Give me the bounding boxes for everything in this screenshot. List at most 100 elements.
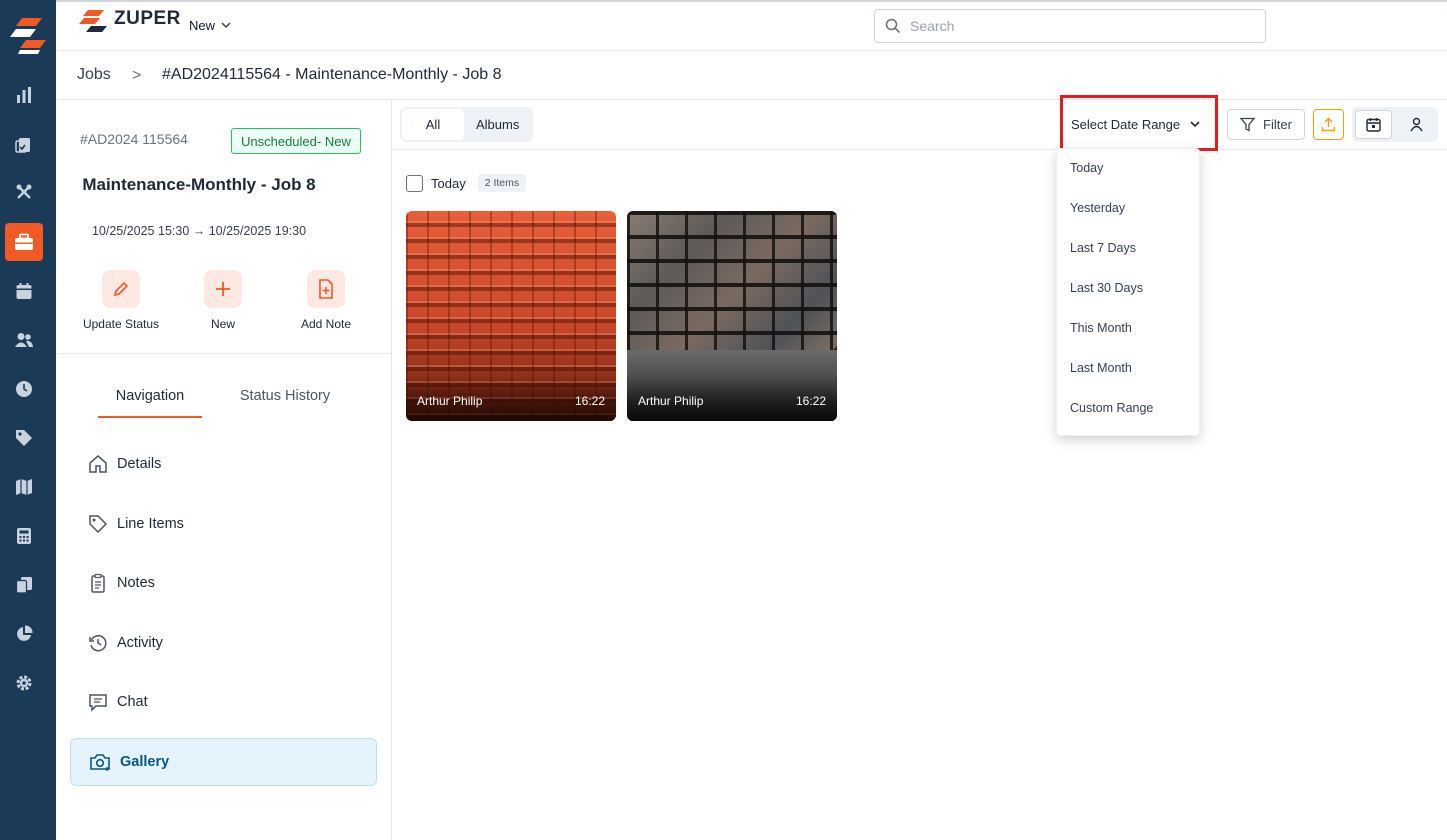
history-icon: [89, 634, 107, 652]
date-range-option-last-month[interactable]: Last Month: [1070, 361, 1132, 375]
calendar-icon: [1366, 118, 1381, 132]
add-note-button[interactable]: Add Note: [281, 270, 371, 331]
add-note-label: Add Note: [300, 317, 352, 331]
map-icon[interactable]: [5, 468, 43, 506]
nav-item-label: Notes: [117, 575, 155, 591]
gallery-group-header: Today 2 Items: [406, 174, 527, 192]
new-menu-dropdown[interactable]: New: [189, 18, 231, 33]
tab-all[interactable]: All: [402, 109, 464, 140]
nav-item-activity[interactable]: Activity: [70, 619, 377, 667]
tab-status-history[interactable]: Status History: [232, 388, 338, 404]
reports-chart-icon[interactable]: [5, 76, 43, 114]
tasks-clipboard-icon[interactable]: [5, 125, 43, 163]
date-range-option-last-7-days[interactable]: Last 7 Days: [1070, 241, 1136, 255]
gallery-toolbar: All Albums Select Date Range Filter: [392, 95, 1447, 151]
date-range-select[interactable]: Select Date Range: [1062, 107, 1208, 141]
nav-item-label: Chat: [117, 694, 148, 710]
update-status-label: Update Status: [82, 317, 160, 331]
page-title: #AD2024115564 - Maintenance-Monthly - Jo…: [162, 66, 502, 83]
date-range-option-last-30-days[interactable]: Last 30 Days: [1070, 281, 1143, 295]
job-title: Maintenance-Monthly - Job 8: [82, 175, 316, 194]
jobs-briefcase-icon[interactable]: [5, 223, 43, 261]
nav-item-notes[interactable]: Notes: [70, 559, 377, 607]
plus-icon: [204, 270, 242, 308]
new-action-button[interactable]: New: [178, 270, 268, 331]
search-icon: [885, 18, 901, 34]
camera-icon: [90, 754, 110, 771]
date-range-option-yesterday[interactable]: Yesterday: [1070, 201, 1125, 215]
date-range-option-custom-range[interactable]: Custom Range: [1070, 401, 1153, 415]
tag-icon: [89, 515, 108, 534]
tab-navigation[interactable]: Navigation: [98, 388, 202, 418]
nav-item-label: Line Items: [117, 516, 184, 532]
group-by-user-button[interactable]: [1398, 110, 1435, 139]
new-menu-label: New: [189, 18, 216, 33]
zuper-mark-icon: [79, 10, 107, 32]
nav-item-details[interactable]: Details: [70, 440, 377, 488]
photo-time: 16:22: [574, 394, 605, 408]
filter-label: Filter: [1263, 117, 1292, 132]
tools-wrench-icon[interactable]: [5, 173, 43, 211]
select-group-checkbox[interactable]: [406, 174, 423, 192]
brand-name: ZUPER: [114, 8, 181, 29]
nav-item-gallery[interactable]: Gallery: [70, 738, 377, 786]
update-status-button[interactable]: Update Status: [76, 270, 166, 331]
panel-divider: [56, 353, 391, 354]
nav-item-label: Activity: [117, 635, 163, 651]
status-badge: Unscheduled- New: [231, 128, 361, 154]
zuper-logo-icon[interactable]: [8, 16, 48, 56]
top-header: ZUPER New: [56, 0, 1447, 51]
nav-item-label: Gallery: [120, 754, 170, 770]
customers-users-icon[interactable]: [5, 321, 43, 359]
date-range-option-this-month[interactable]: This Month: [1070, 321, 1132, 335]
photo-caption: Arthur Philip 16:22: [627, 377, 837, 421]
nav-item-chat[interactable]: Chat: [70, 678, 377, 726]
photo-image: [627, 211, 837, 350]
filter-funnel-icon: [1240, 117, 1256, 132]
pricing-tag-icon[interactable]: [5, 419, 43, 457]
photo-time: 16:22: [795, 394, 826, 408]
nav-item-label: Details: [117, 456, 162, 472]
filter-button[interactable]: Filter: [1227, 109, 1305, 140]
new-action-label: New: [210, 317, 235, 331]
note-add-icon: [307, 270, 345, 308]
analytics-pie-icon[interactable]: [5, 615, 43, 653]
item-count-badge: 2 Items: [477, 174, 527, 192]
calendar-icon[interactable]: [5, 272, 43, 310]
group-by-date-button[interactable]: [1355, 110, 1393, 139]
pencil-icon: [102, 270, 140, 308]
settings-gear-icon[interactable]: [5, 664, 43, 702]
upload-button[interactable]: [1313, 109, 1344, 140]
brand-logo[interactable]: ZUPER: [78, 8, 181, 38]
job-number: #AD2024 115564: [80, 131, 188, 147]
breadcrumb-jobs-link[interactable]: Jobs: [77, 66, 111, 84]
group-label: Today: [431, 175, 466, 191]
global-search[interactable]: [874, 9, 1266, 43]
clipboard-icon: [91, 573, 105, 593]
chevron-down-icon: [221, 22, 231, 29]
photo-author: Arthur Philip: [417, 394, 483, 408]
user-icon: [1410, 117, 1423, 132]
tab-albums[interactable]: Albums: [464, 109, 531, 140]
invoice-calculator-icon[interactable]: [5, 517, 43, 555]
chat-icon: [89, 694, 107, 712]
photo-author: Arthur Philip: [638, 394, 704, 408]
group-by-toggle: [1352, 107, 1438, 142]
date-range-option-today[interactable]: Today: [1070, 161, 1103, 175]
gallery-photo-card[interactable]: Arthur Philip 16:22: [627, 211, 837, 421]
nav-item-line-items[interactable]: Line Items: [70, 500, 377, 548]
date-range-label: Select Date Range: [1071, 116, 1181, 132]
photo-caption: Arthur Philip 16:22: [406, 377, 616, 421]
timesheet-clock-icon[interactable]: [5, 370, 43, 408]
breadcrumb-separator: >: [132, 67, 142, 84]
icon-rail: [0, 0, 56, 840]
job-schedule-dates: 10/25/2025 15:30 → 10/25/2025 19:30: [91, 224, 307, 238]
documents-icon[interactable]: [5, 566, 43, 604]
gallery-view-tabs: All Albums: [400, 107, 534, 142]
gallery-photo-card[interactable]: Arthur Philip 16:22: [406, 211, 616, 421]
home-icon: [89, 455, 107, 473]
job-side-panel: #AD2024 115564 Unscheduled- New Maintena…: [56, 100, 392, 840]
search-input[interactable]: [910, 18, 1240, 34]
breadcrumb: Jobs > #AD2024115564 - Maintenance-Month…: [56, 51, 1447, 100]
date-range-dropdown-menu: Today Yesterday Last 7 Days Last 30 Days…: [1056, 148, 1200, 436]
